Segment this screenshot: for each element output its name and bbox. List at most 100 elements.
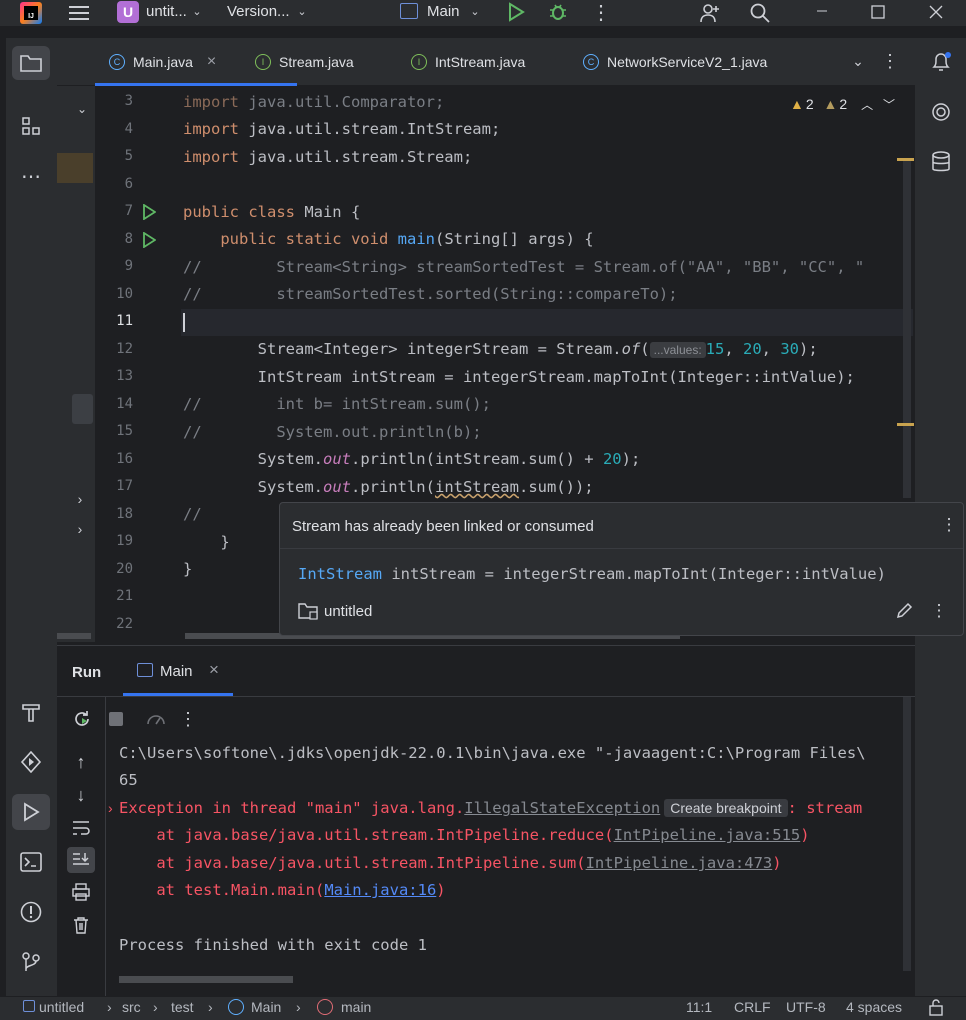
project-selector[interactable]: untit...: [146, 3, 187, 20]
indent-setting[interactable]: 4 spaces: [846, 999, 902, 1015]
build-icon[interactable]: [19, 700, 43, 724]
soft-wrap-icon[interactable]: [71, 818, 91, 838]
problems-icon[interactable]: [19, 900, 43, 924]
popup-code[interactable]: IntStream intStream = integerStream.mapT…: [298, 565, 886, 583]
warning-marker[interactable]: [897, 158, 914, 161]
run-gutter-icon[interactable]: [141, 232, 157, 248]
rerun-icon[interactable]: [71, 708, 93, 730]
stack-trace-link[interactable]: Main.java:16: [324, 881, 436, 899]
line-number: 19: [116, 533, 133, 549]
inspection-widget[interactable]: ▲ 2 ▲ 2 ︿ ﹀: [790, 96, 910, 116]
exception-link[interactable]: IllegalStateException: [464, 799, 660, 817]
file-encoding[interactable]: UTF-8: [786, 999, 826, 1015]
code-line-16: System.out.println(intStream.sum() + 20)…: [183, 450, 641, 468]
breadcrumb-class[interactable]: Main: [251, 999, 281, 1015]
lock-icon[interactable]: [927, 998, 945, 1019]
run-tool-icon[interactable]: [12, 794, 50, 830]
console-output: 65: [119, 771, 138, 789]
breadcrumb-project[interactable]: untitled: [39, 999, 84, 1015]
module-icon: [23, 1000, 35, 1012]
services-icon[interactable]: [19, 750, 43, 774]
vertical-scrollbar[interactable]: [903, 158, 911, 498]
stack-trace-link[interactable]: IntPipeline.java:515: [614, 826, 801, 844]
code-line-20: }: [183, 560, 193, 578]
left-toolbar: ⋯: [6, 38, 57, 996]
tab-stream-java[interactable]: I Stream.java: [255, 38, 415, 86]
main-menu-icon[interactable]: [68, 2, 90, 24]
run-tab-main[interactable]: Main ×: [123, 646, 233, 696]
tab-more-icon[interactable]: ⋮: [881, 51, 899, 71]
tab-intstream-java[interactable]: I IntStream.java: [411, 38, 581, 86]
scroll-to-end-icon[interactable]: [67, 847, 95, 873]
popup-more-icon[interactable]: ⋮: [930, 601, 948, 621]
breadcrumb-package[interactable]: test: [171, 999, 194, 1015]
edit-icon[interactable]: [894, 601, 914, 621]
project-badge[interactable]: U: [117, 1, 139, 23]
warning-marker[interactable]: [897, 423, 914, 426]
tab-networkservice-java[interactable]: C NetworkServiceV2_1.java: [583, 38, 828, 86]
chevron-down-icon[interactable]: ⌄: [73, 100, 91, 118]
inlay-hint: ...values:: [649, 342, 706, 358]
arrow-down-icon[interactable]: ↓: [71, 785, 91, 805]
close-tab-icon[interactable]: ×: [209, 660, 219, 680]
line-number: 8: [124, 231, 133, 247]
print-icon[interactable]: [71, 882, 91, 902]
breadcrumb-src[interactable]: src: [122, 999, 141, 1015]
breadcrumb-separator: ›: [208, 999, 213, 1015]
code-line-19: }: [183, 533, 230, 551]
terminal-icon[interactable]: [19, 850, 43, 874]
code-line-9: // Stream<String> streamSortedTest = Str…: [183, 258, 865, 276]
chevron-up-icon[interactable]: ︿: [861, 98, 873, 112]
stack-trace-link[interactable]: IntPipeline.java:473: [586, 854, 773, 872]
run-config-selector[interactable]: Main: [427, 3, 460, 20]
console-h-scrollbar[interactable]: [119, 976, 293, 983]
line-separator[interactable]: CRLF: [734, 999, 771, 1015]
expand-icon[interactable]: ›: [108, 800, 113, 816]
chevron-right-icon[interactable]: ›: [71, 490, 89, 508]
vcs-selector[interactable]: Version...: [227, 3, 290, 20]
line-gutter: 3 4 5 6 7 8 9 10 11 12 13 14 15 16 17 18…: [95, 90, 181, 642]
run-icon[interactable]: [505, 1, 527, 23]
stop-icon[interactable]: [105, 708, 127, 730]
add-user-icon[interactable]: [698, 1, 722, 25]
interface-icon: I: [255, 54, 271, 70]
line-number: 22: [116, 616, 133, 632]
structure-icon[interactable]: [19, 114, 43, 138]
horizontal-scrollbar[interactable]: [57, 633, 91, 639]
tab-list-chevron-icon[interactable]: ⌄: [849, 52, 867, 70]
debug-icon[interactable]: [547, 1, 569, 23]
line-number: 5: [124, 148, 133, 164]
tab-label: NetworkServiceV2_1.java: [607, 54, 768, 70]
line-number: 6: [124, 176, 133, 192]
chevron-right-icon[interactable]: ›: [71, 520, 89, 538]
git-icon[interactable]: [19, 950, 43, 974]
more-tools-icon[interactable]: ⋯: [19, 164, 43, 188]
code-line-3: import java.util.Comparator;: [183, 93, 445, 111]
arrow-up-icon[interactable]: ↑: [71, 752, 91, 772]
more-actions-icon[interactable]: ⋮: [590, 1, 612, 24]
close-window-icon[interactable]: [926, 2, 946, 22]
notifications-icon[interactable]: [929, 50, 953, 74]
run-gutter-icon[interactable]: [141, 204, 157, 220]
minimize-icon[interactable]: [812, 1, 832, 21]
profiler-icon[interactable]: [145, 708, 167, 730]
project-icon[interactable]: [12, 46, 50, 80]
popup-more-icon[interactable]: ⋮: [940, 515, 958, 535]
line-number: 12: [116, 341, 133, 357]
console-scrollbar[interactable]: [903, 697, 911, 971]
caret-position[interactable]: 11:1: [686, 999, 712, 1015]
close-tab-icon[interactable]: ×: [207, 53, 216, 71]
trash-icon[interactable]: [71, 915, 91, 935]
breadcrumb-method[interactable]: main: [341, 999, 371, 1015]
code-line-10: // streamSortedTest.sorted(String::compa…: [183, 285, 678, 303]
ai-assistant-icon[interactable]: [929, 100, 953, 124]
search-icon[interactable]: [748, 1, 772, 25]
chevron-down-icon: ⌄: [470, 5, 480, 18]
warning-count: 2: [805, 96, 814, 112]
create-breakpoint-button[interactable]: Create breakpoint: [664, 799, 788, 817]
intellij-logo-icon[interactable]: IJ: [20, 2, 42, 24]
database-icon[interactable]: [929, 150, 953, 174]
chevron-down-icon[interactable]: ﹀: [883, 98, 895, 112]
more-actions-icon[interactable]: ⋮: [179, 708, 197, 730]
maximize-icon[interactable]: [868, 2, 888, 22]
